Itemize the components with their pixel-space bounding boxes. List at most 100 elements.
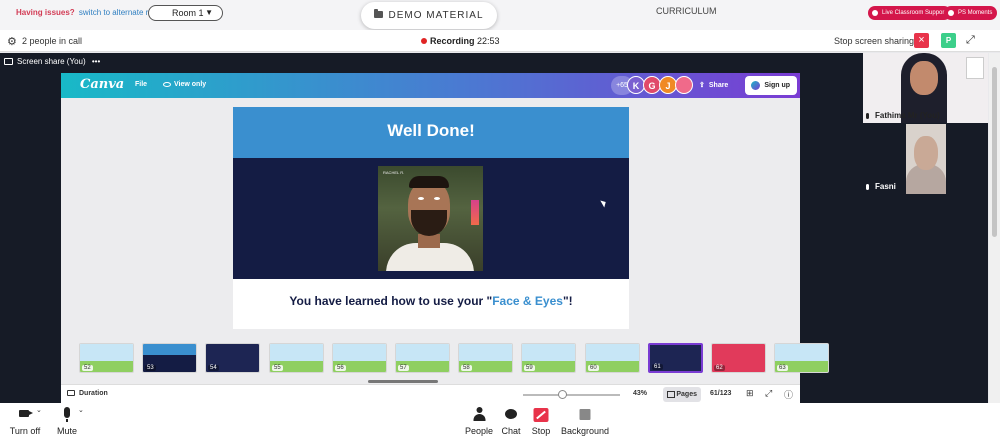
issues-text: Having issues? [16, 8, 75, 17]
zoom-slider-handle[interactable] [558, 390, 567, 399]
curriculum-tab[interactable]: CURRICULUM [656, 6, 717, 16]
page-thumbnail[interactable]: 59 [521, 343, 576, 373]
mic-icon [64, 407, 70, 422]
thumbnail-page-number: 59 [524, 365, 535, 371]
page-thumbnail[interactable]: 53 [142, 343, 197, 373]
stop-share-button[interactable]: Stop [528, 403, 554, 448]
page-thumbnail[interactable]: 54 [205, 343, 260, 373]
canva-view-only[interactable]: View only [163, 81, 206, 88]
live-support-button[interactable]: Live Classroom Support [868, 6, 952, 20]
canva-share-button[interactable]: ⇪ Share [699, 81, 728, 89]
p-badge-button[interactable]: P [941, 33, 956, 48]
slide-image-panel: RACHEL R. [233, 158, 629, 279]
page-thumbnail[interactable]: 52 [79, 343, 134, 373]
canva-sign-up-button[interactable]: Sign up [745, 76, 797, 95]
page-thumbnail[interactable]: 61 [648, 343, 703, 373]
avatar[interactable] [675, 76, 693, 94]
participant-video-tile[interactable] [906, 124, 946, 194]
recording-dot-icon [421, 38, 427, 44]
participant-name-label: Fasni [875, 182, 896, 191]
view-only-label: View only [174, 81, 207, 88]
pages-icon [667, 391, 675, 398]
control-bar: Turn off ⌄ Mute ⌄ People Chat Stop Backg… [0, 403, 1000, 448]
canva-logo[interactable]: Canva [80, 77, 124, 92]
chat-button[interactable]: Chat [498, 403, 524, 448]
thumbnail-background [775, 344, 828, 361]
sign-up-label: Sign up [764, 82, 790, 89]
people-button[interactable]: People [462, 403, 496, 448]
help-icon[interactable]: ⓘ [784, 388, 793, 401]
people-count: 2 people in call [22, 36, 83, 46]
fullscreen-icon[interactable]: ⤢ [966, 34, 975, 47]
scrollbar-thumb[interactable] [992, 67, 997, 237]
photo-background-post [471, 200, 479, 225]
thumbnail-scrollbar[interactable] [368, 380, 438, 383]
page-thumbnail[interactable]: 58 [458, 343, 513, 373]
call-bar: ⚙ 2 people in call Recording 22:53 Stop … [0, 30, 1000, 52]
photo-watermark: RACHEL R. [383, 170, 405, 175]
caret-down-icon: ▼ [205, 8, 213, 17]
grid-view-icon[interactable]: ⊞ [746, 388, 754, 399]
thumbnail-page-number: 55 [272, 365, 283, 371]
gear-icon[interactable]: ⚙ [7, 35, 17, 48]
stop-screen-sharing-label: Stop screen sharing [834, 36, 915, 46]
recording-status: Recording 22:53 [421, 36, 500, 46]
camera-options-chevron-icon[interactable]: ⌄ [36, 406, 42, 414]
thumbnail-background [333, 344, 386, 361]
slide-photo: RACHEL R. [378, 166, 483, 271]
fullscreen-icon[interactable]: ⤢ [765, 388, 772, 399]
page-thumbnail[interactable]: 56 [332, 343, 387, 373]
thumbnail-page-number: 53 [145, 365, 156, 371]
demo-material-button[interactable]: DEMO MATERIAL [361, 2, 497, 29]
chat-bubble-icon [505, 409, 517, 419]
room-select[interactable]: Room 1 ▼ [148, 5, 223, 21]
photo-neck [418, 234, 440, 248]
more-options-icon[interactable]: ••• [92, 57, 100, 66]
page-count: 61/123 [710, 390, 732, 397]
pages-button[interactable]: Pages [663, 387, 701, 402]
person-icon [473, 407, 486, 422]
participant-face [914, 136, 938, 170]
recording-time: 22:53 [477, 36, 500, 46]
self-name-label: Fathima Mr (You) [875, 111, 940, 120]
background-button[interactable]: Background [560, 403, 610, 448]
mute-label: Mute [56, 426, 77, 436]
page-thumbnail[interactable]: 60 [585, 343, 640, 373]
page-thumbnail[interactable]: 55 [269, 343, 324, 373]
page-thumbnail[interactable]: 63 [774, 343, 829, 373]
thumbnail-page-number: 52 [82, 365, 93, 371]
page-thumbnail[interactable]: 57 [395, 343, 450, 373]
chat-label: Chat [501, 426, 521, 436]
thumbnail-page-number: 62 [714, 365, 725, 371]
demo-material-label: DEMO MATERIAL [388, 10, 484, 21]
background-icon [579, 409, 591, 420]
issues-notice: Having issues? switch to alternate room [16, 8, 164, 17]
monitor-icon [4, 58, 13, 66]
thumbnail-background [522, 344, 575, 361]
mic-options-chevron-icon[interactable]: ⌄ [78, 406, 84, 414]
canva-file-menu[interactable]: File [135, 81, 147, 88]
ps-moments-button[interactable]: PS Moments [944, 6, 998, 20]
slide-message-highlight: Face & Eyes [492, 294, 563, 308]
photo-eye [434, 197, 440, 200]
thumbnail-background [396, 344, 449, 361]
photo-eye [418, 197, 424, 200]
timer-icon [67, 390, 75, 397]
people-label: People [464, 426, 494, 436]
page-thumbnail[interactable]: 62 [711, 343, 766, 373]
duration-label: Duration [79, 390, 108, 397]
thumbnail-background [80, 344, 133, 361]
screen-share-label: Screen share (You) ••• [4, 57, 100, 66]
zoom-slider[interactable] [523, 390, 620, 399]
video-panel-scrollbar[interactable] [989, 53, 1000, 403]
stop-share-icon [533, 408, 549, 422]
thumbnail-background [586, 344, 639, 361]
folder-icon [374, 8, 384, 18]
wall-poster [966, 57, 984, 79]
thumbnail-page-number: 63 [777, 365, 788, 371]
photo-hair [409, 176, 449, 188]
duration-button[interactable]: Duration [67, 390, 108, 397]
mic-icon [866, 112, 869, 119]
participant-video-name: Fasni [866, 182, 896, 191]
stop-sharing-close-button[interactable]: × [914, 33, 929, 48]
